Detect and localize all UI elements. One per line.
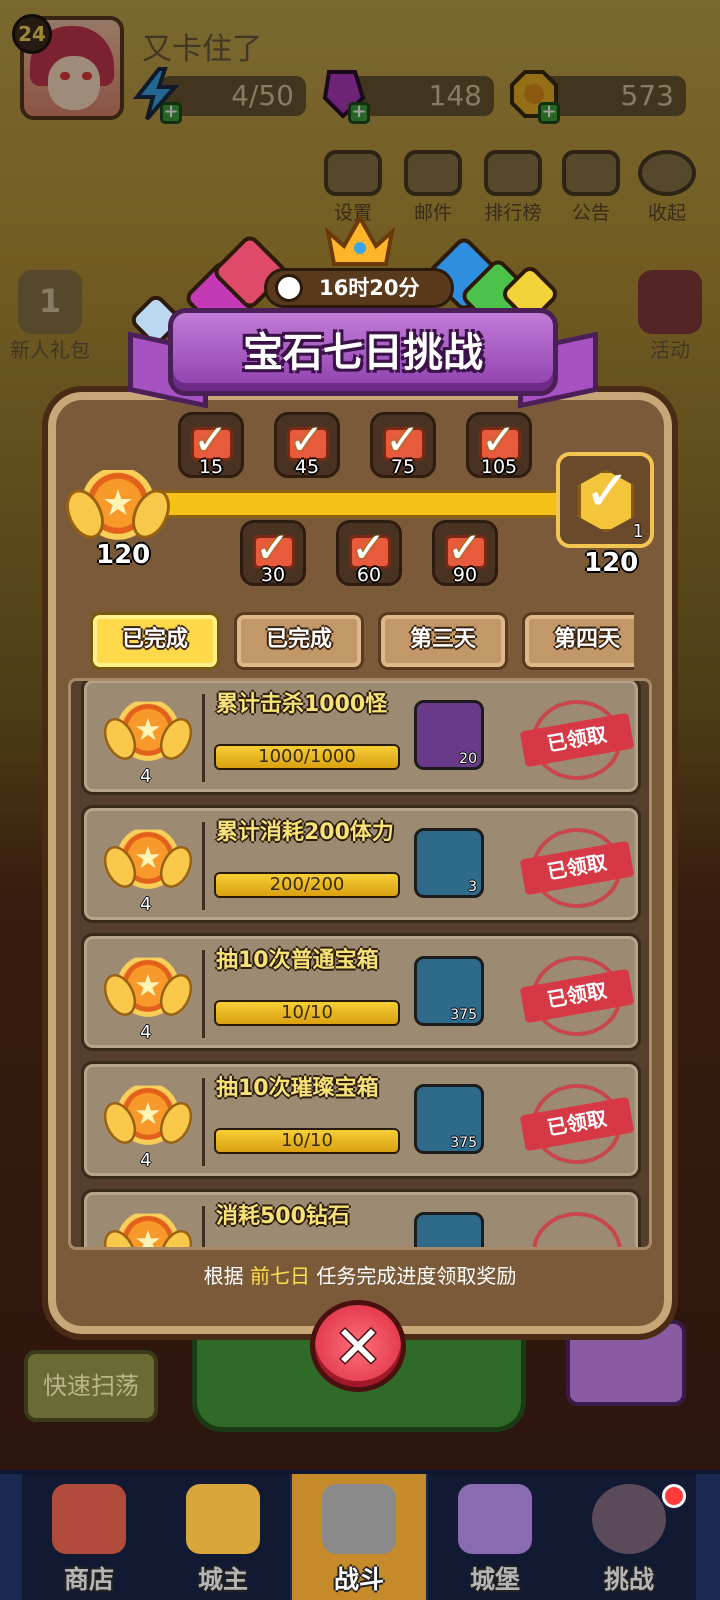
shop-icon	[52, 1484, 126, 1554]
milestone-reward[interactable]: ✓ 60	[336, 520, 402, 586]
task-title: 抽10次璀璨宝箱	[216, 1076, 379, 1101]
clock-icon	[275, 274, 303, 302]
milestone-reward[interactable]: ✓ 15	[178, 412, 244, 478]
tab-day-3[interactable]: 第三天	[378, 612, 508, 670]
countdown-timer: 16时20分	[264, 268, 454, 308]
checkmark-icon: ✓	[481, 415, 517, 464]
task-progress-bar: 200/200	[214, 872, 400, 898]
quick-sweep-button[interactable]: 快速扫荡	[24, 1350, 158, 1422]
crown-icon	[186, 1484, 260, 1554]
gold-hex-icon[interactable]	[414, 1212, 484, 1247]
task-progress-bar: 10/10	[214, 1128, 400, 1154]
close-icon: ✕	[333, 1313, 383, 1381]
task-row: ★ 4 抽10次璀璨宝箱 10/10 375 已领取	[81, 1061, 641, 1179]
milestone-reward[interactable]: ✓ 30	[240, 520, 306, 586]
checkmark-icon: ✓	[447, 523, 483, 572]
key-icon[interactable]: 3	[414, 828, 484, 898]
task-row: ★ 4 累计击杀1000怪 1000/1000 20 已领取	[81, 681, 641, 795]
star-medal-icon: ★	[117, 1213, 179, 1247]
nav-shop[interactable]: 商店	[22, 1474, 156, 1600]
nav-challenge[interactable]: 挑战	[562, 1474, 696, 1600]
star-medal-icon: ★	[82, 470, 154, 544]
checkmark-icon: ✓	[584, 459, 631, 524]
bottom-navigation: 商店 城主 战斗 城堡 挑战	[0, 1470, 720, 1600]
checkmark-icon: ✓	[351, 523, 387, 572]
task-title: 消耗500钻石	[216, 1204, 350, 1229]
task-row: ★ 4 抽10次普通宝箱 10/10 375 已领取	[81, 933, 641, 1051]
task-row: ★ 4 累计消耗200体力 200/200 3 已领取	[81, 805, 641, 923]
star-medal-icon: ★	[117, 701, 179, 765]
milestone-reward[interactable]: ✓ 75	[370, 412, 436, 478]
reward-hint: 根据 前七日 任务完成进度领取奖励	[203, 1264, 517, 1288]
gold-coin-icon[interactable]: 375	[414, 956, 484, 1026]
crossed-swords-icon	[322, 1484, 396, 1554]
purple-gem-icon[interactable]: 20	[414, 700, 484, 770]
star-medal-icon: ★	[117, 1085, 179, 1149]
tab-day-1[interactable]: 已完成	[90, 612, 220, 670]
nav-castle[interactable]: 城堡	[428, 1474, 562, 1600]
checkmark-icon: ✓	[385, 415, 421, 464]
gold-coin-icon[interactable]: 375	[414, 1084, 484, 1154]
task-title: 累计击杀1000怪	[216, 692, 388, 717]
star-medal-icon: ★	[117, 957, 179, 1021]
task-title: 抽10次普通宝箱	[216, 948, 379, 973]
checkmark-icon: ✓	[289, 415, 325, 464]
milestone-reward[interactable]: ✓ 90	[432, 520, 498, 586]
day-tabs: 已完成 已完成 第三天 第四天	[90, 600, 634, 680]
checkmark-icon: ✓	[193, 415, 229, 464]
current-points: 120	[96, 540, 151, 570]
tab-day-4[interactable]: 第四天	[522, 612, 634, 670]
milestone-reward[interactable]: ✓ 45	[274, 412, 340, 478]
nav-lord[interactable]: 城主	[156, 1474, 290, 1600]
nav-battle[interactable]: 战斗	[292, 1474, 426, 1600]
task-title: 累计消耗200体力	[216, 820, 394, 845]
final-reward[interactable]: ✓ 1	[556, 452, 654, 548]
notification-dot	[662, 1484, 686, 1508]
title-banner: 宝石七日挑战	[128, 290, 598, 420]
task-progress-bar: 10/10	[214, 1000, 400, 1026]
checkmark-icon: ✓	[255, 523, 291, 572]
skull-icon	[592, 1484, 666, 1554]
crown-icon	[322, 212, 398, 272]
claimed-stamp	[532, 1212, 622, 1247]
tab-day-2[interactable]: 已完成	[234, 612, 364, 670]
task-row: ★ 消耗500钻石	[81, 1189, 641, 1247]
points-progress-bar	[120, 490, 570, 518]
task-progress-bar: 1000/1000	[214, 744, 400, 770]
close-button[interactable]: ✕	[310, 1300, 406, 1392]
task-list[interactable]: ★ 4 累计击杀1000怪 1000/1000 20 已领取 ★ 4 累计消耗2…	[68, 678, 652, 1250]
milestone-reward[interactable]: ✓ 105	[466, 412, 532, 478]
final-reward-points: 120	[584, 548, 639, 578]
castle-icon	[458, 1484, 532, 1554]
popup-title: 宝石七日挑战	[243, 330, 483, 376]
star-medal-icon: ★	[117, 829, 179, 893]
